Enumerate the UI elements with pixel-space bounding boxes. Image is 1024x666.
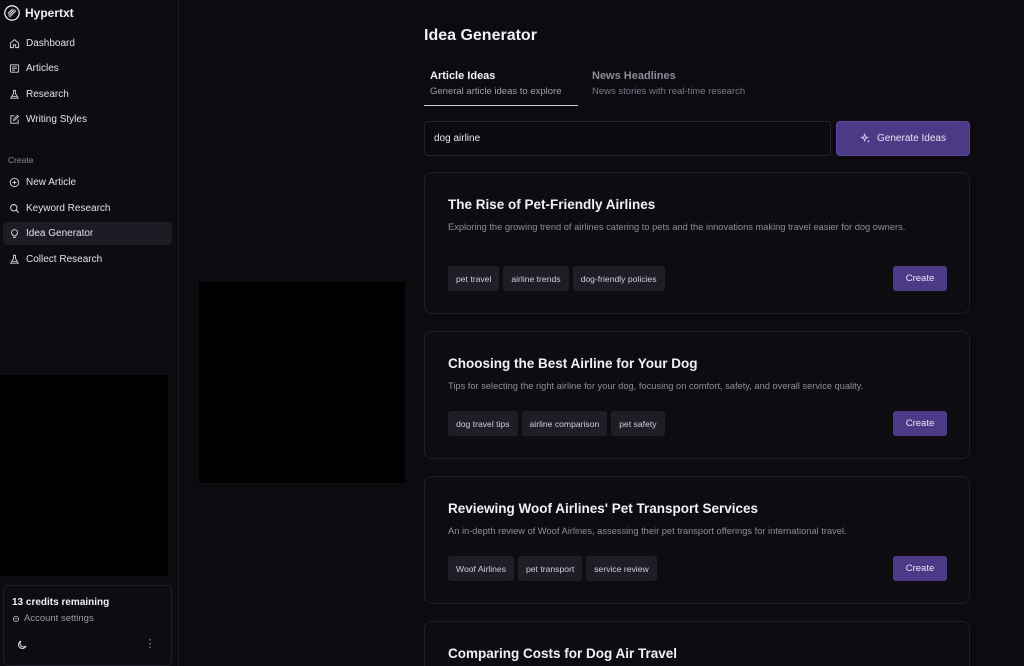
sidebar-item-label: Research <box>26 89 69 100</box>
sidebar-item-articles[interactable]: Articles <box>3 57 172 80</box>
topic-input[interactable] <box>424 121 831 156</box>
sidebar-item-idea-generator[interactable]: Idea Generator <box>3 222 172 245</box>
flask-icon <box>10 89 19 99</box>
tab-title: Article Ideas <box>430 70 496 82</box>
idea-tags: dog travel tips airline comparison pet s… <box>448 411 665 436</box>
moon-icon <box>17 640 26 649</box>
tag-badge: airline comparison <box>521 411 608 436</box>
idea-description: Exploring the growing trend of airlines … <box>448 222 906 232</box>
idea-card: The Rise of Pet-Friendly Airlines Explor… <box>424 172 970 314</box>
idea-card: Reviewing Woof Airlines' Pet Transport S… <box>424 476 970 604</box>
idea-title: Comparing Costs for Dog Air Travel <box>448 646 678 661</box>
idea-description: Tips for selecting the right airline for… <box>448 381 864 391</box>
theme-toggle-button[interactable] <box>11 633 33 655</box>
tag-badge: Woof Airlines <box>448 556 514 581</box>
sidebar-item-dashboard[interactable]: Dashboard <box>3 32 172 55</box>
idea-tags: pet travel airline trends dog-friendly p… <box>448 266 665 291</box>
tab-news-headlines[interactable]: News Headlines News stories with real-ti… <box>592 70 745 106</box>
tag-badge: airline trends <box>503 266 569 291</box>
flask-icon <box>10 254 19 264</box>
idea-card: Comparing Costs for Dog Air Travel <box>424 621 970 666</box>
sidebar-item-label: New Article <box>26 177 77 188</box>
sidebar-item-label: Idea Generator <box>26 228 94 239</box>
tag-badge: service review <box>586 556 657 581</box>
pen-square-icon <box>10 114 20 124</box>
credits-remaining: 13 credits remaining <box>12 597 110 608</box>
sidebar-item-label: Dashboard <box>26 38 75 49</box>
blank-panel <box>0 375 168 576</box>
newspaper-icon <box>9 64 20 73</box>
sparkles-icon <box>860 133 870 143</box>
sidebar-item-new-article[interactable]: New Article <box>3 171 172 194</box>
page-title: Idea Generator <box>424 27 537 44</box>
hypertxt-logo-icon <box>4 5 20 21</box>
idea-title: The Rise of Pet-Friendly Airlines <box>448 197 656 212</box>
account-settings-label: Account settings <box>24 613 94 624</box>
idea-card: Choosing the Best Airline for Your Dog T… <box>424 331 970 459</box>
blank-panel <box>199 282 405 483</box>
create-article-button[interactable]: Create <box>893 556 947 581</box>
sidebar-item-label: Keyword Research <box>26 203 111 214</box>
account-footer: 13 credits remaining Account settings ⋮ <box>3 585 172 666</box>
sidebar-item-collect-research[interactable]: Collect Research <box>3 248 172 271</box>
sidebar: Hypertxt Dashboard Articles Research Wri… <box>0 0 179 666</box>
sidebar-item-research[interactable]: Research <box>3 83 172 106</box>
idea-description: An in-depth review of Woof Airlines, ass… <box>448 526 847 536</box>
sidebar-item-label: Writing Styles <box>26 114 87 125</box>
home-icon <box>9 39 20 49</box>
search-icon <box>10 204 20 214</box>
idea-title: Reviewing Woof Airlines' Pet Transport S… <box>448 501 759 516</box>
create-article-button[interactable]: Create <box>893 266 947 291</box>
gear-icon <box>12 615 20 622</box>
tab-subtitle: News stories with real-time research <box>592 86 746 97</box>
tab-subtitle: General article ideas to explore <box>430 86 562 97</box>
app-name: Hypertxt <box>25 6 74 20</box>
brand[interactable]: Hypertxt <box>4 4 74 22</box>
sidebar-item-label: Collect Research <box>26 254 103 265</box>
tag-badge: pet safety <box>611 411 665 436</box>
create-section-label: Create <box>8 155 34 165</box>
tag-badge: dog-friendly policies <box>572 266 665 291</box>
sidebar-item-label: Articles <box>26 63 59 74</box>
sidebar-item-keyword-research[interactable]: Keyword Research <box>3 197 172 220</box>
idea-tags: Woof Airlines pet transport service revi… <box>448 556 657 581</box>
lightbulb-icon <box>11 229 18 238</box>
idea-title: Choosing the Best Airline for Your Dog <box>448 356 698 371</box>
plus-circle-icon <box>9 177 20 188</box>
create-article-button[interactable]: Create <box>893 411 947 436</box>
generate-ideas-label: Generate Ideas <box>877 133 946 144</box>
tab-title: News Headlines <box>592 70 676 82</box>
tag-badge: dog travel tips <box>448 411 518 436</box>
tag-badge: pet travel <box>448 266 500 291</box>
more-options-icon[interactable]: ⋮ <box>144 637 156 651</box>
sidebar-item-writing-styles[interactable]: Writing Styles <box>3 108 172 131</box>
account-settings-link[interactable]: Account settings <box>12 613 94 624</box>
tag-badge: pet transport <box>518 556 583 581</box>
tab-article-ideas[interactable]: Article Ideas General article ideas to e… <box>424 70 578 106</box>
generate-ideas-button[interactable]: Generate Ideas <box>836 121 970 156</box>
